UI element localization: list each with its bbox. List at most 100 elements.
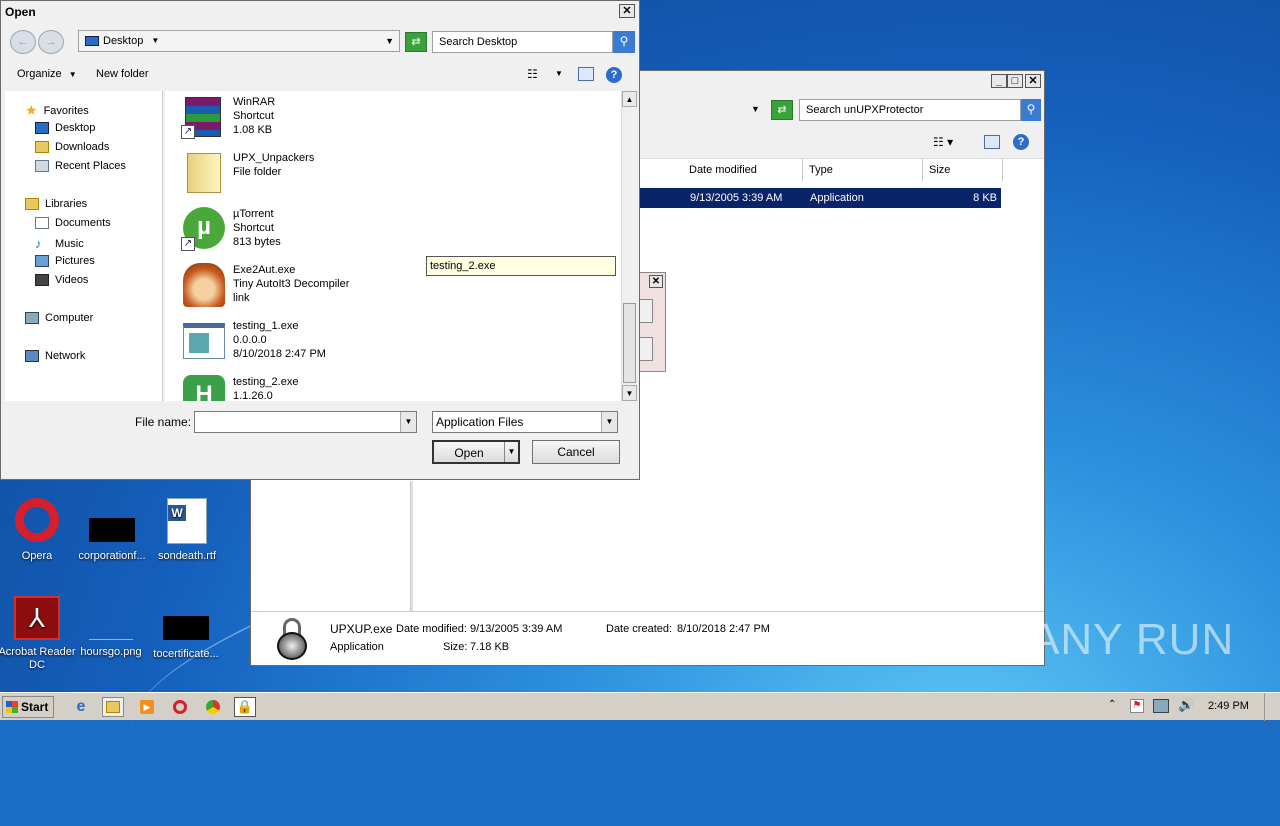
nav-favorites[interactable]: ★ Favorites [25,102,89,119]
file-item[interactable]: Exe2Aut.exe Tiny AutoIt3 Decompiler link [181,263,349,307]
show-desktop-button[interactable] [1264,693,1280,721]
nav-recent-places[interactable]: Recent Places [35,160,126,172]
clock[interactable]: 2:49 PM [1208,700,1249,712]
file-explorer-icon[interactable] [102,697,124,717]
view-options-icon[interactable]: ☷ [527,67,538,81]
preview-pane-icon[interactable] [984,135,1000,149]
row-type: Application [810,192,864,204]
forward-button[interactable]: → [38,30,64,54]
view-options-icon[interactable]: ☷ ▾ [933,135,953,149]
dialog-titlebar: Open [1,1,639,23]
exe2aut-icon [181,263,225,307]
show-hidden-icons[interactable]: ⌃ [1108,699,1116,710]
search-input[interactable]: Search Desktop [432,31,613,53]
cancel-button[interactable]: Cancel [532,440,620,464]
nav-desktop[interactable]: Desktop [35,122,95,134]
organize-button[interactable]: Organize ▼ [17,68,77,80]
computer-icon [25,312,39,324]
desktop-icon-hoursgo[interactable]: hoursgo.png [71,596,151,658]
chevron-down-icon: ▼ [68,70,77,79]
details-date-modified: 9/13/2005 3:39 AM [470,623,563,635]
volume-icon[interactable]: 🔊 [1178,697,1194,713]
file-type-select[interactable]: Application Files ▼ [432,411,618,433]
downloads-icon [35,141,49,153]
nav-downloads[interactable]: Downloads [35,141,109,153]
chevron-down-icon[interactable]: ▼ [601,412,617,432]
preview-pane-icon[interactable] [578,67,594,81]
start-button[interactable]: Start [2,696,54,718]
back-button[interactable]: ← [10,30,36,54]
help-icon[interactable]: ? [606,67,622,83]
file-row-selected[interactable]: 9/13/2005 3:39 AM Application 8 KB [639,188,1001,208]
nav-pane-bottom [251,481,411,611]
desktop-icon-acrobat[interactable]: ⅄ Acrobat Reader DC [0,596,77,672]
chrome-icon[interactable] [202,697,224,717]
explorer-search-input[interactable]: Search unUPXProtector [799,99,1021,121]
close-button[interactable]: ✕ [1025,74,1041,88]
new-folder-button[interactable]: New folder [96,68,149,80]
opera-icon[interactable] [169,697,191,717]
scroll-up-icon[interactable]: ▲ [622,91,637,107]
file-item[interactable]: H testing_2.exe 1.1.26.0 [181,375,298,401]
minimize-button[interactable]: _ [991,74,1007,88]
scroll-down-icon[interactable]: ▼ [622,385,637,401]
dialog-close-button[interactable]: ✕ [649,275,663,288]
details-file-type: Application [330,641,384,653]
taskbar: Start e ▶ 🔒 ⌃ ⚑ 🔊 2:49 PM [0,692,1280,721]
chevron-down-icon[interactable]: ▼ [555,69,563,78]
nav-videos[interactable]: Videos [35,274,88,286]
details-file-name: UPXUP.exe [330,622,393,636]
padlock-icon [277,618,307,660]
desktop-icon [35,122,49,134]
column-headers: Date modified Type Size [631,159,1044,181]
nav-libraries[interactable]: Libraries [25,198,87,210]
acrobat-icon: ⅄ [14,596,60,640]
file-item[interactable]: UPX_Unpackers File folder [181,151,314,195]
nav-documents[interactable]: Documents [35,217,111,229]
desktop-icon-tocertificate[interactable]: tocertificate... [146,596,226,660]
desktop-icon-corporation[interactable]: corporationf... [72,498,152,562]
column-date-modified[interactable]: Date modified [683,159,803,181]
address-dropdown-icon[interactable]: ▼ [385,31,394,51]
desktop-icon-opera[interactable]: Opera [0,498,77,562]
network-icon [25,350,39,362]
column-size[interactable]: Size [923,159,1003,181]
open-button[interactable]: Open ▼ [432,440,520,464]
search-icon[interactable]: ⚲ [613,31,635,53]
nav-music[interactable]: ♪ Music [35,236,84,251]
refresh-icon[interactable]: ⇄ [405,32,427,52]
address-bar[interactable]: Desktop ▼ ▼ [78,30,400,52]
chevron-down-icon[interactable]: ▼ [400,412,416,432]
desktop-icon-sondeath[interactable]: W sondeath.rtf [147,498,227,562]
star-icon: ★ [25,102,38,118]
row-size: 8 KB [973,192,997,204]
file-name-input[interactable]: ▼ [194,411,417,433]
column-type[interactable]: Type [803,159,923,181]
padlock-app-icon[interactable]: 🔒 [234,697,256,717]
dropdown-arrow-icon[interactable]: ▼ [751,104,760,114]
details-date-created: 8/10/2018 2:47 PM [677,623,770,635]
file-item[interactable]: testing_1.exe 0.0.0.0 8/10/2018 2:47 PM [181,319,326,363]
internet-explorer-icon[interactable]: e [70,697,92,717]
documents-icon [35,217,49,229]
maximize-button[interactable]: □ [1007,74,1023,88]
nav-network[interactable]: Network [25,350,85,362]
folder-icon [181,151,225,195]
help-icon[interactable]: ? [1013,134,1029,150]
chevron-down-icon[interactable]: ▼ [151,31,159,51]
file-item[interactable]: ↗ WinRAR Shortcut 1.08 KB [181,95,275,139]
media-player-icon[interactable]: ▶ [136,697,158,717]
refresh-icon[interactable]: ⇄ [771,100,793,120]
redacted-file-icon [163,616,209,640]
scroll-thumb[interactable] [623,303,636,383]
scrollbar[interactable]: ▲ ▼ [621,91,637,401]
close-button[interactable]: ✕ [619,4,635,18]
split-arrow-icon[interactable]: ▼ [504,442,518,462]
nav-computer[interactable]: Computer [25,312,93,324]
network-tray-icon[interactable] [1153,699,1169,713]
nav-pictures[interactable]: Pictures [35,255,95,267]
search-icon[interactable]: ⚲ [1021,99,1041,121]
file-item[interactable]: µ ↗ µTorrent Shortcut 813 bytes [181,207,281,251]
action-center-icon[interactable]: ⚑ [1130,699,1144,713]
navigation-pane: ★ Favorites Desktop Downloads Recent Plac… [5,91,163,401]
